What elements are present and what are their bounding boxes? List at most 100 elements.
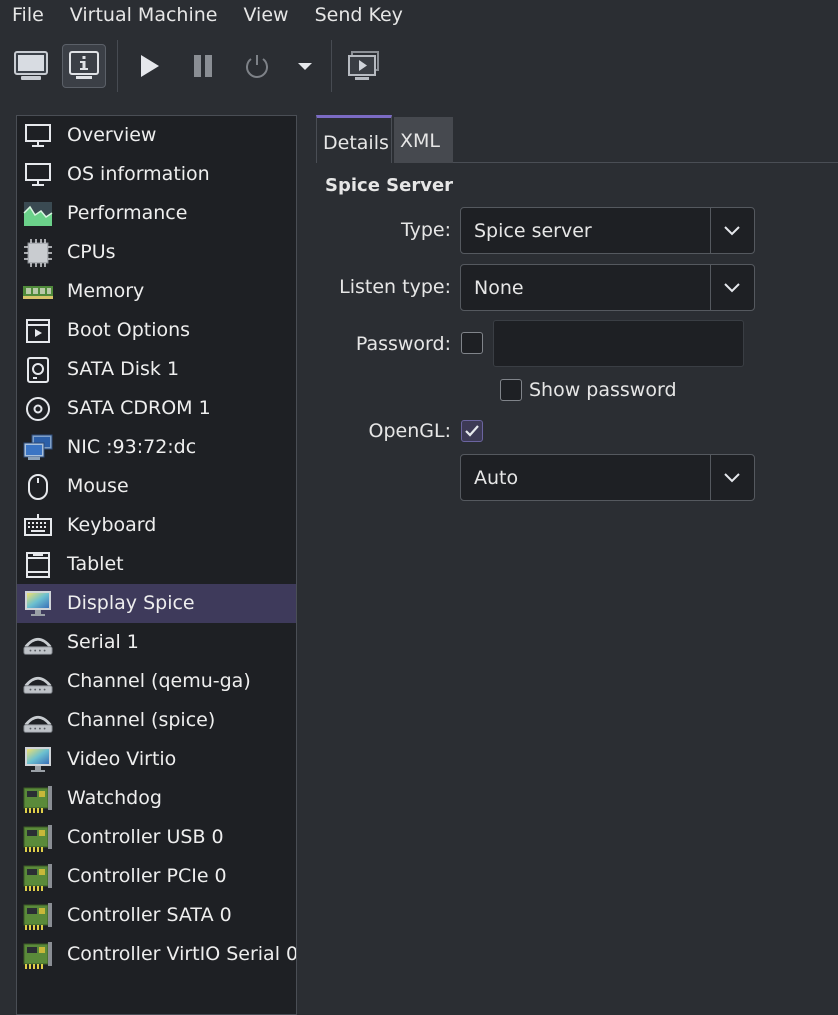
sidebar-item-controller-sata-0[interactable]: Controller SATA 0 [17, 896, 296, 935]
menu-send-key[interactable]: Send Key [303, 0, 417, 30]
sidebar-item-keyboard[interactable]: Keyboard [17, 506, 296, 545]
shutdown-button[interactable] [235, 44, 279, 88]
listen-type-value: None [474, 277, 524, 299]
performance-icon [22, 201, 54, 227]
menu-view[interactable]: View [231, 0, 302, 30]
card-icon [22, 864, 54, 891]
sidebar-item-os-information[interactable]: OS information [17, 155, 296, 194]
tab-details[interactable]: Details [316, 115, 392, 163]
snapshot-icon [348, 51, 379, 80]
card-icon [22, 825, 54, 852]
sidebar-item-label: Performance [67, 202, 188, 224]
shutdown-menu-button[interactable] [283, 44, 327, 88]
sidebar-item-label: Controller VirtIO Serial 0 [67, 943, 297, 965]
sidebar-item-label: OS information [67, 163, 210, 185]
sidebar-item-label: Channel (spice) [67, 709, 216, 731]
type-combo[interactable]: Spice server [460, 207, 755, 254]
tab-xml-label: XML [400, 130, 440, 152]
combo-divider [710, 265, 711, 310]
toolbar-separator [117, 40, 118, 92]
display-icon [22, 591, 54, 617]
sidebar-item-display-spice[interactable]: Display Spice [17, 584, 296, 623]
sidebar-item-label: Controller SATA 0 [67, 904, 232, 926]
password-label: Password: [355, 333, 451, 355]
display-icon [22, 747, 54, 773]
serial-icon [22, 708, 54, 734]
tablet-icon [22, 552, 54, 578]
sidebar-item-channel-qemu-ga[interactable]: Channel (qemu-ga) [17, 662, 296, 701]
sidebar-item-label: Display Spice [67, 592, 195, 614]
run-button[interactable] [127, 44, 171, 88]
cdrom-icon [22, 396, 54, 422]
toolbar [0, 40, 838, 92]
boot-icon [22, 318, 54, 344]
show-password-checkbox[interactable] [500, 379, 522, 401]
sidebar-item-overview[interactable]: Overview [17, 116, 296, 155]
sidebar-item-sata-disk-1[interactable]: SATA Disk 1 [17, 350, 296, 389]
rendernode-combo[interactable]: Auto [460, 454, 755, 501]
network-icon [22, 434, 54, 461]
dropdown-arrow-icon [298, 63, 312, 70]
checkmark-icon [465, 425, 479, 437]
chevron-down-icon [724, 283, 740, 293]
listen-type-combo[interactable]: None [460, 264, 755, 311]
menu-file[interactable]: File [0, 0, 58, 30]
password-checkbox[interactable] [461, 332, 483, 354]
sidebar-item-serial-1[interactable]: Serial 1 [17, 623, 296, 662]
sidebar-item-channel-spice[interactable]: Channel (spice) [17, 701, 296, 740]
console-button[interactable] [9, 44, 53, 88]
memory-icon [22, 279, 54, 305]
details-button[interactable] [62, 44, 106, 88]
serial-icon [22, 669, 54, 695]
sidebar-item-label: Watchdog [67, 787, 162, 809]
rendernode-value: Auto [474, 467, 519, 489]
menubar: File Virtual Machine View Send Key [0, 0, 417, 30]
sidebar-item-label: Controller USB 0 [67, 826, 224, 848]
monitor-icon [22, 123, 54, 149]
mouse-icon [22, 474, 54, 500]
sidebar-item-watchdog[interactable]: Watchdog [17, 779, 296, 818]
opengl-checkbox[interactable] [461, 420, 483, 442]
sidebar-item-cpus[interactable]: CPUs [17, 233, 296, 272]
snapshots-button[interactable] [342, 44, 386, 88]
hardware-list: Overview OS information Performance CPUs Mem… [16, 115, 297, 1015]
sidebar-item-nic-93-72-dc[interactable]: NIC :93:72:dc [17, 428, 296, 467]
sidebar-item-label: Memory [67, 280, 145, 302]
pause-icon [194, 55, 212, 77]
monitor-icon [14, 51, 48, 80]
serial-icon [22, 630, 54, 656]
play-icon [141, 55, 159, 77]
sidebar-item-controller-pcie-0[interactable]: Controller PCIe 0 [17, 857, 296, 896]
sidebar-item-sata-cdrom-1[interactable]: SATA CDROM 1 [17, 389, 296, 428]
sidebar-item-boot-options[interactable]: Boot Options [17, 311, 296, 350]
sidebar-item-controller-usb-0[interactable]: Controller USB 0 [17, 818, 296, 857]
sidebar-item-controller-virtio-serial-0[interactable]: Controller VirtIO Serial 0 [17, 935, 296, 974]
tab-xml[interactable]: XML [394, 117, 453, 163]
sidebar-item-video-virtio[interactable]: Video Virtio [17, 740, 296, 779]
sidebar-item-memory[interactable]: Memory [17, 272, 296, 311]
pause-button[interactable] [181, 44, 225, 88]
chevron-down-icon [724, 473, 740, 483]
sidebar-item-label: Tablet [67, 553, 124, 575]
card-icon [22, 942, 54, 969]
sidebar-item-label: Channel (qemu-ga) [67, 670, 251, 692]
combo-divider [710, 208, 711, 253]
sidebar-item-label: Boot Options [67, 319, 191, 341]
power-icon [246, 55, 268, 78]
sidebar-item-label: SATA CDROM 1 [67, 397, 211, 419]
sidebar-item-label: Keyboard [67, 514, 157, 536]
section-title: Spice Server [325, 175, 454, 196]
sidebar-item-mouse[interactable]: Mouse [17, 467, 296, 506]
menu-virtual-machine[interactable]: Virtual Machine [58, 0, 232, 30]
cpu-icon [22, 239, 54, 267]
listen-type-label: Listen type: [339, 276, 451, 298]
sidebar-item-label: Serial 1 [67, 631, 139, 653]
sidebar-item-performance[interactable]: Performance [17, 194, 296, 233]
tab-underline [453, 162, 838, 163]
disk-icon [22, 357, 54, 383]
sidebar-item-tablet[interactable]: Tablet [17, 545, 296, 584]
password-field[interactable] [493, 320, 744, 367]
show-password-label[interactable]: Show password [529, 379, 677, 401]
monitor-icon [22, 162, 54, 188]
combo-divider [710, 455, 711, 500]
